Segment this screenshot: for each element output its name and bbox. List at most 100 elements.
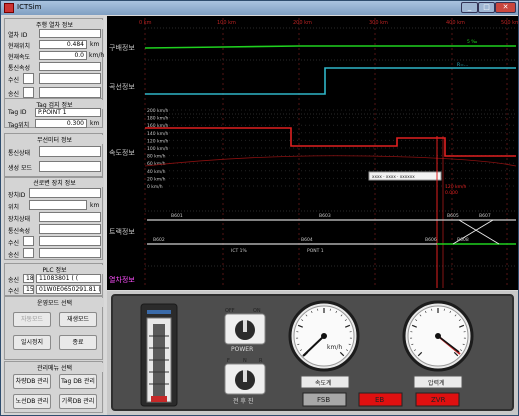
speed-tick-label: 180 km/h [147,116,169,122]
radio-info-group: 무선미터 정보 통신상태 생성 모드 [4,133,104,178]
plc-rx-label: 수신 [8,288,20,295]
plc-info-title: PLC 정보 [5,265,104,274]
train-id-label: 열차 ID [8,32,28,39]
wayside-info-title: 선로변 장치 정보 [5,178,104,187]
track-block-label: B603 [319,213,331,219]
wayside-comm-label: 통신속성 [8,228,31,235]
top-tick-label: 300 km [369,20,388,26]
speed-profile-curve [144,155,517,167]
app-icon [4,3,14,13]
radio-mode-field [39,161,101,172]
plc-rx-num: 15 [23,285,34,294]
manage-menu-title: 관리메뉴 선택 [5,363,104,372]
pressure-needle-hub [435,333,441,339]
fsb-label: FSB [317,396,331,404]
track-block-label: B602 [153,237,165,243]
route-chart: 0 km 100 km 200 km 300 km 400 km 500 km 200 km… [107,16,518,290]
wayside-rx-indicator [23,236,34,246]
plc-tx-value: 11083801 ( ( [36,274,101,283]
eb-label: EB [375,396,385,404]
tag-id-label: Tag ID [8,109,27,116]
route-db-button[interactable]: 노선DB 관리 [13,394,51,409]
close-button[interactable]: ✕ [495,2,516,13]
wayside-pos-field [29,200,87,210]
top-tick-label: 200 km [293,20,312,26]
left-panel: 주행 열차 정보 열차 ID 현재위치 0.484 km 현재속도 0.0 km… [3,16,104,415]
speed-row-label: 속도정보 [109,149,135,157]
pressure-gauge-label: 압력계 [428,380,445,387]
route-chart-svg: 0 km 100 km 200 km 300 km 400 km 500 km 200 km… [139,18,518,288]
train-pos-unit: km [90,41,100,48]
speed-limit-line [145,127,516,157]
minimize-button[interactable]: _ [461,2,478,13]
curve-value-label: R=... [457,62,468,68]
train-comm-field [39,62,101,71]
limit-label: 120 km/h [445,184,467,190]
speed-tick-label: 40 km/h [147,169,166,175]
curve-series-line [145,67,516,95]
train-rx-label: 수신 [8,77,20,84]
speed-gauge [288,300,360,372]
train-speed-field: 0.0 [39,51,87,60]
auto-mode-button[interactable]: 자동모드 [13,312,51,327]
plc-rx-value: 01W0E0650291.81 ( ( [36,285,101,294]
speed-tick-label: 0 km/h [147,184,163,190]
curve-row-label: 곡선정보 [109,83,135,91]
plc-tx-label: 송신 [8,277,20,284]
window-title: ICTSim [17,3,42,11]
train-pos-label: 현재위치 [8,43,31,50]
info-box-text: xxxx · xxxx · xxxxxx [372,174,415,179]
top-tick-label: 0 km [139,20,152,26]
grade-row-label: 구배정보 [109,44,135,52]
train-id-field [39,29,101,38]
speed-needle-hub [321,333,327,339]
track-block-label: B606 [425,237,437,243]
wayside-status-label: 장치상태 [8,216,31,223]
maximize-button[interactable]: □ [478,2,495,13]
app-window: ICTSim _ □ ✕ 주행 열차 정보 열차 ID 현재위치 0.484 k… [0,0,519,416]
radio-info-title: 무선미터 정보 [5,135,104,144]
train-rx-indicator [23,73,34,84]
wayside-rx-label: 수신 [8,240,20,247]
console-plate: OFF ON POWER F N R 전 후 진 km/h 속도계 압력계 FS… [111,294,514,411]
tag-pos-field: 0.300 [35,119,87,128]
tag-pos-unit: km [90,120,100,127]
train-rx-field [39,73,101,84]
power-on-label: ON [253,308,261,314]
end-button[interactable]: 종료 [59,335,97,350]
tag-id-field: P.POINT 1 [35,108,101,117]
power-switch[interactable] [224,313,266,345]
console-svg [140,300,474,407]
train-row-label: 열차정보 [109,276,135,284]
power-label: POWER [231,346,254,353]
radio-mode-label: 생성 모드 [8,165,32,172]
master-controller[interactable] [140,303,178,407]
plc-tx-num: 18 [23,274,34,283]
train-tx-indicator [23,87,34,98]
limit-sub-label: 0.000 [445,190,458,196]
track-block-label: B605 [447,213,459,219]
speed-tick-label: 100 km/h [147,146,169,152]
tag-db-button[interactable]: Tag DB 관리 [59,374,97,389]
track-block-label: B608 [457,237,469,243]
speed-gauge-unit: km/h [327,344,343,351]
replay-mode-button[interactable]: 재생모드 [59,312,97,327]
train-pos-field: 0.484 [39,40,87,49]
grade-series-line [144,45,516,49]
wayside-tx-indicator [23,248,34,258]
train-tx-field [39,87,101,98]
wayside-tx-label: 송신 [8,252,20,259]
zvr-label: ZVR [431,396,446,404]
direction-switch[interactable] [224,363,266,395]
train-info-group: 주행 열차 정보 열차 ID 현재위치 0.484 km 현재속도 0.0 km… [4,18,104,101]
wayside-pos-unit: km [90,202,100,209]
record-db-button[interactable]: 기록DB 관리 [59,394,97,409]
tag-pos-label: Tag위치 [8,122,30,129]
wayside-id-label: 장치ID [8,192,26,199]
top-tick-label: 500 km [501,20,518,26]
vehicle-db-button[interactable]: 차량DB 관리 [13,374,51,389]
pause-button[interactable]: 일시정지 [13,335,51,350]
track-row-label: 트랙정보 [109,228,135,236]
wayside-status-field [39,212,101,222]
train-tx-label: 송신 [8,91,20,98]
